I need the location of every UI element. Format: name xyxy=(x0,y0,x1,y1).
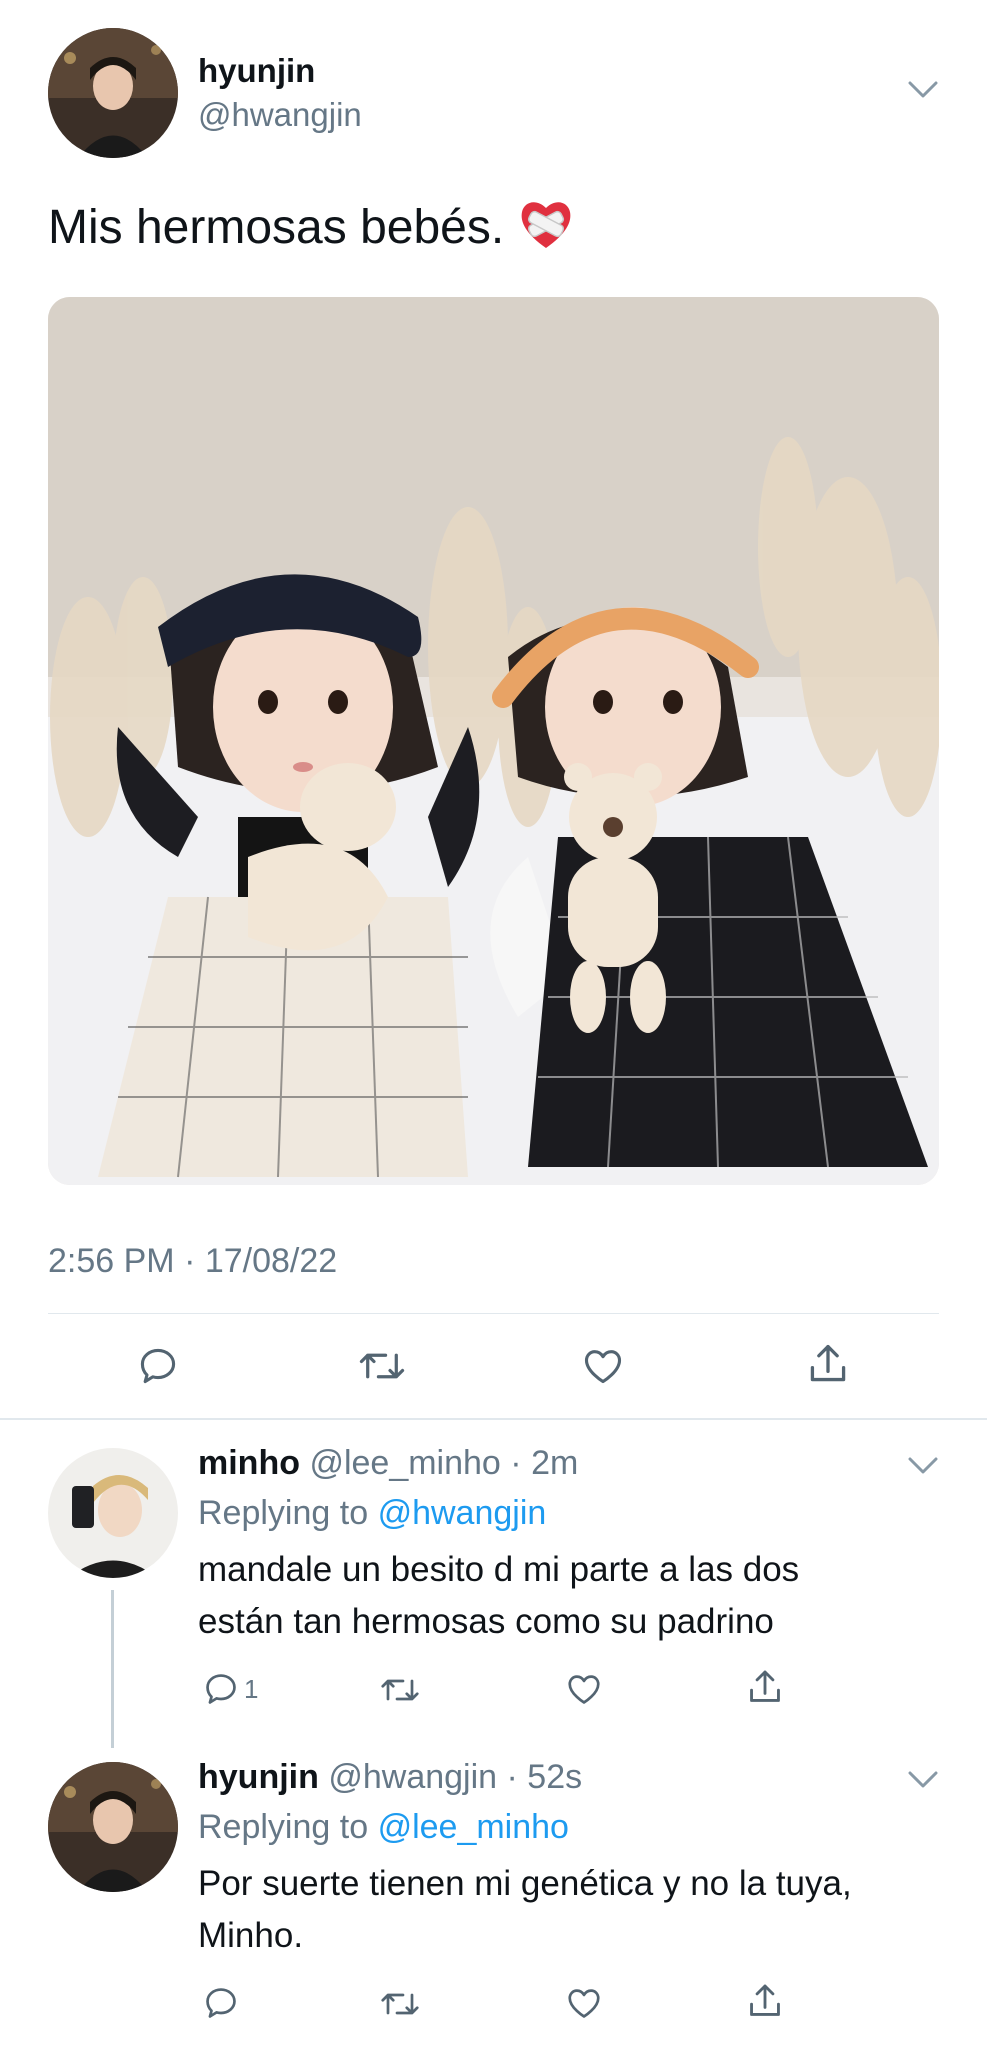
reply-avatar[interactable] xyxy=(48,1448,178,1578)
like-icon xyxy=(564,1984,604,2022)
section-divider xyxy=(0,1418,987,1420)
like-button[interactable] xyxy=(564,1984,604,2022)
replying-prefix: Replying to xyxy=(198,1494,369,1532)
thread-line xyxy=(111,1590,114,1748)
reply-header: minho @lee_minho · 2m xyxy=(198,1444,578,1483)
heart-bandage-icon xyxy=(518,198,574,257)
reply-time[interactable]: · 2m xyxy=(510,1444,578,1482)
divider xyxy=(48,1313,939,1314)
retweet-button[interactable] xyxy=(378,1986,422,2022)
author-avatar[interactable] xyxy=(48,28,178,158)
chevron-down-icon[interactable] xyxy=(908,1456,938,1481)
like-button[interactable] xyxy=(564,1670,604,1708)
retweet-icon xyxy=(378,1672,422,1708)
reply-button[interactable]: 1 xyxy=(202,1670,258,1708)
reply-author-name[interactable]: minho xyxy=(198,1444,300,1482)
reply-text-line: Minho. xyxy=(198,1916,304,1955)
tweet-text: Mis hermosas bebés. xyxy=(48,201,505,254)
tweet-timestamp[interactable]: 2:56 PM · 17/08/22 xyxy=(48,1242,337,1281)
tweet-photo[interactable] xyxy=(48,297,939,1185)
share-icon xyxy=(806,1340,850,1388)
retweet-icon xyxy=(378,1986,422,2022)
like-icon xyxy=(580,1344,626,1388)
chevron-down-icon[interactable] xyxy=(908,1770,938,1795)
reply-text-line: Por suerte tienen mi genética y no la tu… xyxy=(198,1864,852,1903)
share-icon xyxy=(746,1980,784,2022)
reply-author-name[interactable]: hyunjin xyxy=(198,1758,319,1796)
reply-header: hyunjin @hwangjin · 52s xyxy=(198,1758,582,1797)
replying-to: Replying to @hwangjin xyxy=(198,1494,546,1533)
reply-author-handle[interactable]: @hwangjin xyxy=(328,1758,497,1796)
reply-author-handle[interactable]: @lee_minho xyxy=(309,1444,500,1482)
replying-to: Replying to @lee_minho xyxy=(198,1808,569,1847)
reply-text-line: mandale un besito d mi parte a las dos xyxy=(198,1550,800,1589)
share-button[interactable] xyxy=(806,1340,850,1388)
share-button[interactable] xyxy=(746,1980,784,2022)
reply-text-line: están tan hermosas como su padrino xyxy=(198,1602,774,1641)
retweet-button[interactable] xyxy=(357,1344,407,1388)
share-button[interactable] xyxy=(746,1666,784,1708)
reply-count: 1 xyxy=(244,1673,259,1704)
replying-to-link[interactable]: @hwangjin xyxy=(378,1494,547,1532)
replying-to-link[interactable]: @lee_minho xyxy=(378,1808,569,1846)
reply-icon xyxy=(202,1984,240,2022)
reply-avatar[interactable] xyxy=(48,1762,178,1892)
share-icon xyxy=(746,1666,784,1708)
like-icon xyxy=(564,1670,604,1708)
author-handle[interactable]: @hwangjin xyxy=(198,96,362,134)
replying-prefix: Replying to xyxy=(198,1808,369,1846)
reply-button[interactable] xyxy=(202,1984,240,2022)
reply-icon xyxy=(136,1344,180,1388)
like-button[interactable] xyxy=(580,1344,626,1388)
retweet-button[interactable] xyxy=(378,1672,422,1708)
reply-icon xyxy=(202,1670,240,1708)
chevron-down-icon[interactable] xyxy=(908,80,938,105)
retweet-icon xyxy=(357,1344,407,1388)
reply-button[interactable] xyxy=(136,1344,180,1388)
tweet-text-row: Mis hermosas bebés. xyxy=(48,198,574,257)
author-name[interactable]: hyunjin xyxy=(198,52,315,90)
reply-time[interactable]: · 52s xyxy=(507,1758,583,1796)
